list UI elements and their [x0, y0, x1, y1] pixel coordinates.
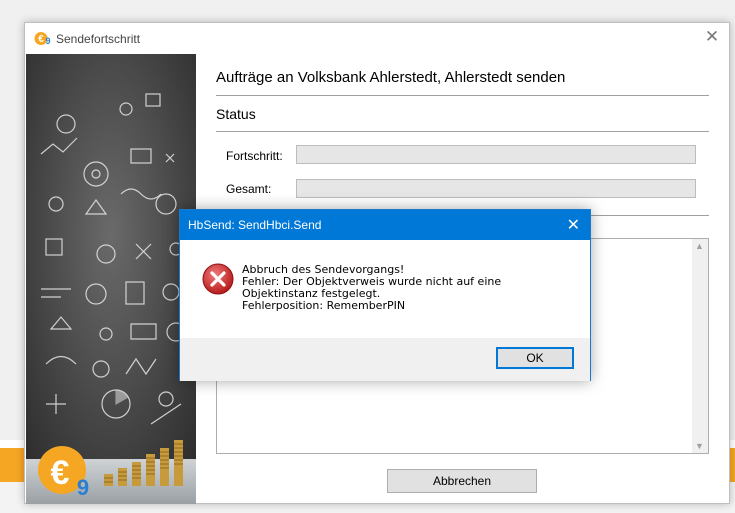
dialog-footer: OK [180, 338, 590, 381]
error-x-icon [202, 263, 234, 295]
log-scrollbar[interactable]: ▲ ▼ [692, 239, 708, 453]
error-dialog: HbSend: SendHbci.Send ✕ Abbruch des Send… [179, 209, 591, 381]
euro-9-logo-icon: € 9 [34, 32, 51, 46]
side-illustration: € 9 [26, 54, 196, 504]
scroll-up-icon[interactable]: ▲ [695, 241, 704, 251]
status-heading: Status [216, 106, 256, 122]
error-message: Abbruch des Sendevorgangs! Fehler: Der O… [242, 264, 572, 312]
ok-button[interactable]: OK [496, 347, 574, 369]
svg-text:€: € [38, 34, 44, 45]
fortschritt-progress-bar [296, 145, 696, 164]
dialog-title: HbSend: SendHbci.Send [188, 218, 322, 232]
page-heading: Aufträge an Volksbank Ahlerstedt, Ahlers… [216, 69, 566, 86]
fortschritt-label: Fortschritt: [226, 149, 283, 163]
close-icon[interactable]: ✕ [703, 28, 721, 46]
scroll-down-icon[interactable]: ▼ [695, 441, 704, 451]
message-line: Fehlerposition: RememberPIN [242, 299, 406, 312]
chalkboard-illustration: € 9 [26, 54, 196, 504]
close-icon[interactable]: ✕ [567, 215, 580, 234]
svg-text:€: € [51, 454, 70, 492]
cancel-button[interactable]: Abbrechen [387, 469, 537, 493]
divider [216, 95, 709, 96]
message-line: Fehler: Der Objektverweis wurde nicht au… [242, 275, 502, 300]
title-bar: € 9 Sendefortschritt ✕ [25, 23, 729, 54]
svg-text:9: 9 [45, 36, 50, 46]
gesamt-label: Gesamt: [226, 182, 272, 196]
divider [216, 131, 709, 132]
window-title: Sendefortschritt [56, 32, 141, 46]
gesamt-progress-bar [296, 179, 696, 198]
dialog-title-bar: HbSend: SendHbci.Send ✕ [180, 210, 590, 240]
svg-text:9: 9 [77, 475, 89, 500]
